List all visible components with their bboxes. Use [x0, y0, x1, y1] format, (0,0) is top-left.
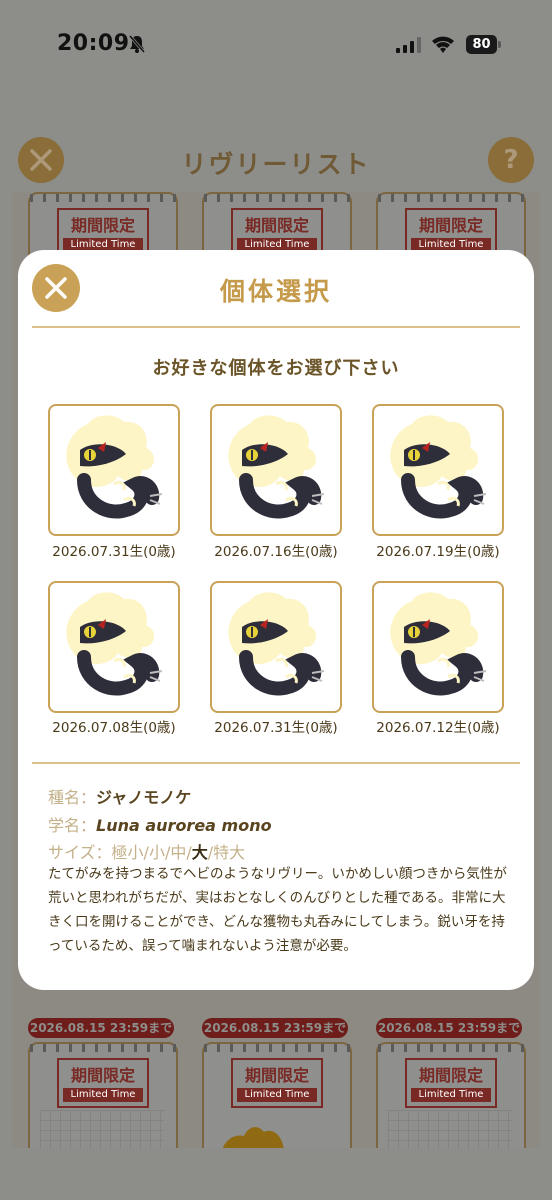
- status-time: 20:09: [57, 31, 130, 56]
- livly-icon: [390, 592, 487, 696]
- bottom-bar: [0, 1148, 552, 1200]
- species-value: ジャノモノケ: [96, 788, 192, 807]
- status-bar: 20:09 80: [0, 0, 552, 90]
- bell-muted-icon: [128, 35, 146, 53]
- background-page-title: リヴリーリスト: [181, 150, 371, 179]
- selection-prompt: お好きな個体をお選び下さい: [152, 358, 400, 379]
- divider: [32, 762, 520, 764]
- deadline-badge: 2026.08.15 23:59まで: [28, 1018, 174, 1038]
- livly-icon: [66, 415, 163, 519]
- individual-birthdate: 2026.07.31生(0歳): [214, 720, 338, 736]
- livly-thumbnail: [222, 1127, 284, 1150]
- individual-birthdate: 2026.07.19生(0歳): [376, 544, 500, 560]
- individual-select-modal: 個体選択 お好きな個体をお選び下さい 2026.07.31生(0歳) 2026.…: [18, 250, 534, 990]
- wifi-icon: [432, 36, 454, 53]
- deadline-badge: 2026.08.15 23:59まで: [202, 1018, 348, 1038]
- limited-time-stamp: 期間限定 Limited Time: [231, 1058, 323, 1108]
- individual-tile[interactable]: [372, 404, 504, 536]
- individual-birthdate: 2026.07.31生(0歳): [52, 544, 176, 560]
- size-option: 特大: [213, 843, 246, 862]
- size-option: 大: [191, 843, 208, 862]
- individual-tile[interactable]: [210, 581, 342, 713]
- scientific-name-label: 学名：: [48, 816, 97, 835]
- size-option: 小: [148, 843, 165, 862]
- species-label: 種名：: [48, 788, 97, 807]
- individual-tile[interactable]: [48, 404, 180, 536]
- limited-time-stamp: 期間限定 Limited Time: [405, 1058, 497, 1108]
- battery-level: 80: [466, 35, 497, 54]
- livly-icon: [228, 592, 325, 696]
- species-description: たてがみを持つまるでヘビのようなリヴリー。いかめしい顔つきから気性が荒いと思われ…: [48, 866, 507, 954]
- size-label: サイズ：: [48, 843, 112, 862]
- individual-tile[interactable]: [210, 404, 342, 536]
- scientific-name-row: 学名：Luna aurorea mono: [48, 812, 272, 836]
- individual-birthdate: 2026.07.08生(0歳): [52, 720, 176, 736]
- livly-icon: [228, 415, 325, 519]
- individual-birthdate: 2026.07.16生(0歳): [214, 544, 338, 560]
- deadline-badge: 2026.08.15 23:59まで: [376, 1018, 522, 1038]
- species-row: 種名：ジャノモノケ: [48, 784, 191, 808]
- livly-icon: [66, 592, 163, 696]
- cellular-signal-icon: [396, 37, 421, 53]
- livly-icon: [390, 415, 487, 519]
- individual-tile[interactable]: [372, 581, 504, 713]
- modal-title: 個体選択: [219, 277, 332, 306]
- size-option: 中: [170, 843, 187, 862]
- size-options: 極小/小/中/大/特大: [112, 843, 246, 862]
- battery-icon: 80: [466, 35, 502, 54]
- size-row: サイズ：極小/小/中/大/特大: [48, 839, 245, 863]
- size-option: 極小: [111, 843, 144, 862]
- scientific-name-value: Luna aurorea mono: [96, 816, 272, 835]
- individual-tile[interactable]: [48, 581, 180, 713]
- limited-time-stamp: 期間限定 Limited Time: [57, 1058, 149, 1108]
- individual-birthdate: 2026.07.12生(0歳): [376, 720, 500, 736]
- help-button[interactable]: ?: [488, 137, 534, 183]
- divider: [32, 326, 520, 328]
